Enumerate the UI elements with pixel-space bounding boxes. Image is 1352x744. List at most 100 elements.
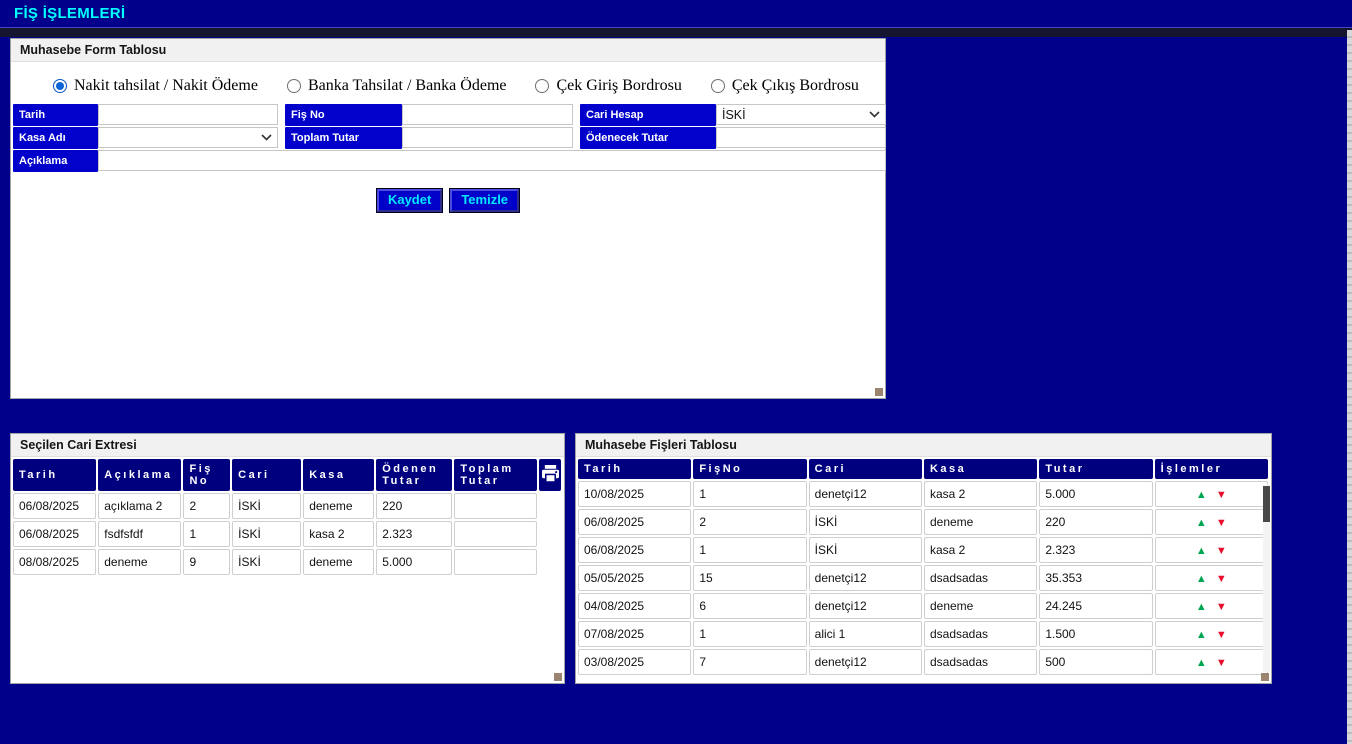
clear-button[interactable]: Temizle — [450, 189, 519, 212]
column-header: Açıklama — [98, 459, 181, 491]
table-cell: alici 1 — [809, 621, 922, 647]
fisno-label: Fiş No — [285, 104, 402, 126]
table-cell: 15 — [693, 565, 806, 591]
move-down-icon[interactable]: ▼ — [1216, 489, 1227, 501]
aciklama-input[interactable] — [98, 150, 886, 171]
column-header: FişNo — [693, 459, 806, 479]
move-up-icon[interactable]: ▲ — [1196, 601, 1207, 613]
radio-cek-giris[interactable]: Çek Giriş Bordrosu — [535, 77, 681, 95]
row-actions: ▲▼ — [1155, 509, 1268, 535]
cari-panel-title: Seçilen Cari Extresi — [11, 434, 564, 457]
move-down-icon[interactable]: ▼ — [1216, 517, 1227, 529]
row-actions: ▲▼ — [1155, 593, 1268, 619]
grid-spacer — [278, 127, 285, 149]
resize-handle[interactable] — [1261, 673, 1269, 681]
move-down-icon[interactable]: ▼ — [1216, 657, 1227, 669]
cari-hesap-select[interactable]: İSKİ — [716, 104, 886, 125]
move-down-icon[interactable]: ▼ — [1216, 545, 1227, 557]
radio-button-icon[interactable] — [53, 79, 67, 93]
table-row[interactable]: 04/08/20256denetçi12deneme24.245 ▲▼ — [578, 593, 1268, 619]
move-up-icon[interactable]: ▲ — [1196, 489, 1207, 501]
table-row[interactable]: 06/08/2025açıklama 22İSKİdeneme220 — [13, 493, 561, 519]
table-row[interactable]: 08/08/2025deneme9İSKİdeneme5.000 — [13, 549, 561, 575]
column-header: Kasa — [303, 459, 374, 491]
table-cell — [454, 521, 536, 547]
chevron-down-icon — [261, 134, 272, 141]
radio-banka[interactable]: Banka Tahsilat / Banka Ödeme — [287, 77, 507, 95]
grid-spacer — [573, 127, 580, 149]
table-cell: deneme — [924, 509, 1037, 535]
resize-handle[interactable] — [554, 673, 562, 681]
move-down-icon[interactable]: ▼ — [1216, 573, 1227, 585]
fisno-input[interactable] — [402, 104, 573, 125]
table-cell: 5.000 — [376, 549, 452, 575]
table-cell: İSKİ — [809, 537, 922, 563]
muhasebe-form-panel: Muhasebe Form Tablosu Nakit tahsilat / N… — [10, 38, 886, 399]
move-up-icon[interactable]: ▲ — [1196, 657, 1207, 669]
table-row[interactable]: 06/08/20251İSKİkasa 22.323 ▲▼ — [578, 537, 1268, 563]
table-cell: İSKİ — [809, 509, 922, 535]
resize-handle[interactable] — [875, 388, 883, 396]
table-cell: 06/08/2025 — [578, 537, 691, 563]
table-row[interactable]: 10/08/20251denetçi12kasa 25.000 ▲▼ — [578, 481, 1268, 507]
toplam-tutar-input[interactable] — [402, 127, 573, 148]
move-up-icon[interactable]: ▲ — [1196, 629, 1207, 641]
tarih-input[interactable] — [98, 104, 278, 125]
row-actions: ▲▼ — [1155, 649, 1268, 675]
table-row[interactable]: 05/05/202515denetçi12dsadsadas35.353 ▲▼ — [578, 565, 1268, 591]
table-cell: kasa 2 — [303, 521, 374, 547]
grid-spacer — [278, 104, 285, 126]
title-divider — [0, 27, 1352, 37]
table-cell: 9 — [183, 549, 230, 575]
radio-label: Çek Giriş Bordrosu — [556, 77, 681, 95]
table-row[interactable]: 06/08/2025fsdfsfdf1İSKİkasa 22.323 — [13, 521, 561, 547]
screen-edge-artifact — [1347, 30, 1352, 744]
radio-button-icon[interactable] — [287, 79, 301, 93]
row-actions: ▲▼ — [1155, 481, 1268, 507]
cari-hesap-label: Cari Hesap — [580, 104, 716, 126]
table-row[interactable]: 03/08/20257denetçi12dsadsadas500 ▲▼ — [578, 649, 1268, 675]
table-row[interactable]: 06/08/20252İSKİdeneme220 ▲▼ — [578, 509, 1268, 535]
kasa-adi-select[interactable] — [98, 127, 278, 148]
table-cell: dsadsadas — [924, 565, 1037, 591]
table-cell: İSKİ — [232, 549, 301, 575]
printer-icon[interactable] — [541, 465, 560, 482]
move-down-icon[interactable]: ▼ — [1216, 629, 1227, 641]
radio-nakit[interactable]: Nakit tahsilat / Nakit Ödeme — [53, 77, 258, 95]
table-cell: 35.353 — [1039, 565, 1152, 591]
radio-button-icon[interactable] — [535, 79, 549, 93]
table-header-row: TarihFişNoCariKasaTutarİşlemler — [578, 459, 1268, 479]
table-cell: denetçi12 — [809, 649, 922, 675]
move-up-icon[interactable]: ▲ — [1196, 517, 1207, 529]
radio-label: Çek Çıkış Bordrosu — [732, 77, 859, 95]
table-cell: 08/08/2025 — [13, 549, 96, 575]
odenecek-tutar-input[interactable] — [716, 127, 886, 148]
table-header-row: TarihAçıklamaFiş NoCariKasaÖdenen TutarT… — [13, 459, 561, 491]
kasa-adi-label: Kasa Adı — [13, 127, 98, 149]
table-cell: 06/08/2025 — [13, 521, 96, 547]
table-cell: 06/08/2025 — [13, 493, 96, 519]
table-row[interactable]: 07/08/20251alici 1dsadsadas1.500 ▲▼ — [578, 621, 1268, 647]
voucher-type-radio-group: Nakit tahsilat / Nakit Ödeme Banka Tahsi… — [53, 77, 885, 95]
move-down-icon[interactable]: ▼ — [1216, 601, 1227, 613]
print-button[interactable] — [539, 459, 561, 491]
radio-cek-cikis[interactable]: Çek Çıkış Bordrosu — [711, 77, 859, 95]
table-cell: 1 — [693, 537, 806, 563]
radio-label: Nakit tahsilat / Nakit Ödeme — [74, 77, 258, 95]
table-cell — [454, 549, 536, 575]
radio-button-icon[interactable] — [711, 79, 725, 93]
scrollbar-thumb[interactable] — [1263, 486, 1270, 522]
grid-spacer — [573, 104, 580, 126]
table-scrollbar[interactable] — [1263, 485, 1270, 672]
chevron-down-icon — [869, 111, 880, 118]
save-button[interactable]: Kaydet — [377, 189, 442, 212]
move-up-icon[interactable]: ▲ — [1196, 545, 1207, 557]
table-cell: 1 — [183, 521, 230, 547]
table-cell: dsadsadas — [924, 649, 1037, 675]
move-up-icon[interactable]: ▲ — [1196, 573, 1207, 585]
column-header: Fiş No — [183, 459, 230, 491]
column-header: Cari — [232, 459, 301, 491]
table-cell: 5.000 — [1039, 481, 1152, 507]
table-cell: deneme — [303, 549, 374, 575]
table-cell: denetçi12 — [809, 593, 922, 619]
